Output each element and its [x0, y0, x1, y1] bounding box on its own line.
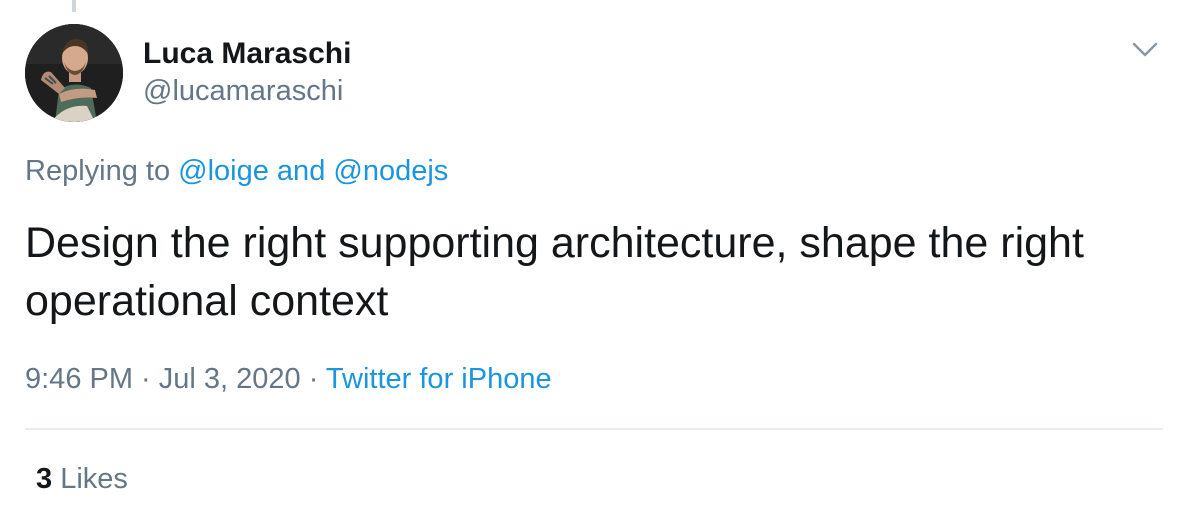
replying-to-line: Replying to @loige and @nodejs: [25, 154, 448, 188]
thread-connector-line: [72, 0, 76, 12]
tweet-detail: Luca Maraschi @lucamaraschi Replying to …: [0, 0, 1180, 524]
avatar-photo-icon: [25, 24, 123, 122]
replying-to-connector[interactable]: and: [269, 155, 334, 187]
author-handle[interactable]: @lucamaraschi: [143, 74, 343, 108]
chevron-down-icon: [1132, 42, 1158, 57]
tweet-date[interactable]: Jul 3, 2020: [159, 363, 301, 395]
tweet-source-link[interactable]: Twitter for iPhone: [326, 363, 552, 395]
tweet-time[interactable]: 9:46 PM: [25, 363, 133, 395]
likes-stat[interactable]: 3 Likes: [36, 462, 128, 496]
likes-count: 3: [36, 463, 53, 495]
tweet-metadata: 9:46 PM · Jul 3, 2020 · Twitter for iPho…: [25, 362, 552, 396]
likes-label: Likes: [60, 463, 128, 495]
author-name[interactable]: Luca Maraschi: [143, 36, 351, 72]
replying-to-prefix: Replying to: [25, 155, 179, 187]
mention-link-loige[interactable]: @loige: [178, 155, 269, 187]
meta-separator: ·: [133, 363, 159, 395]
avatar[interactable]: [25, 24, 123, 122]
meta-separator: ·: [300, 363, 326, 395]
tweet-text: Design the right supporting architecture…: [25, 219, 1084, 325]
divider: [25, 428, 1163, 430]
tweet-menu-button[interactable]: [1130, 36, 1160, 62]
mention-link-nodejs[interactable]: @nodejs: [333, 155, 448, 187]
